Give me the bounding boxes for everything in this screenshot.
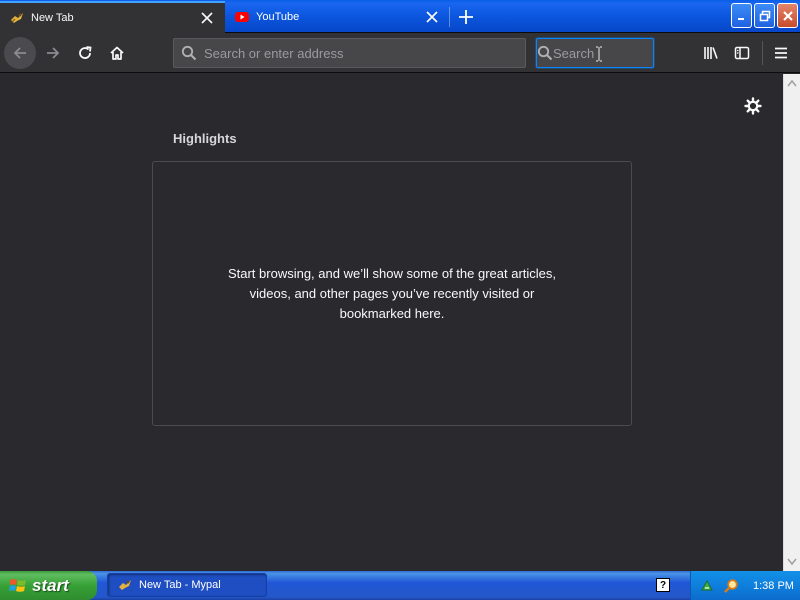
plus-icon (459, 10, 473, 24)
hamburger-menu-icon (775, 47, 787, 59)
mypal-icon (119, 580, 131, 590)
start-button[interactable]: start (0, 571, 97, 600)
home-button[interactable] (101, 37, 133, 69)
youtube-icon (234, 9, 250, 25)
url-input[interactable] (204, 39, 525, 67)
highlights-empty-state: Start browsing, and we’ll show some of t… (152, 161, 632, 426)
library-icon (704, 47, 718, 59)
tab-label: YouTube (256, 11, 300, 23)
window-close-button[interactable] (777, 3, 798, 28)
tab-new-tab[interactable]: New Tab (0, 1, 225, 33)
close-icon (782, 10, 793, 21)
windows-logo-icon (9, 578, 26, 592)
toolbar-divider (762, 41, 763, 65)
vertical-scrollbar[interactable] (783, 74, 800, 571)
reload-icon (79, 46, 92, 59)
close-icon[interactable] (195, 6, 219, 30)
search-tray-icon[interactable] (723, 578, 739, 594)
tab-strip: New Tab YouTube (0, 0, 800, 33)
taskbar: start New Tab - Mypal ? 1:38 PM (0, 571, 800, 600)
new-tab-button[interactable] (450, 1, 482, 33)
network-icon[interactable] (699, 578, 715, 594)
taskbar-item-mypal[interactable]: New Tab - Mypal (107, 573, 267, 597)
minimize-icon (737, 17, 744, 20)
restore-button[interactable] (754, 3, 775, 28)
minimize-button[interactable] (731, 3, 752, 28)
customize-button[interactable] (740, 93, 766, 119)
search-icon (174, 45, 204, 61)
home-icon (110, 46, 124, 60)
scroll-up-arrow-icon (787, 79, 797, 87)
search-icon (537, 45, 553, 61)
menu-button[interactable] (765, 37, 797, 69)
library-button[interactable] (695, 37, 727, 69)
reload-button[interactable] (69, 37, 101, 69)
taskbar-item-label: New Tab - Mypal (139, 579, 221, 591)
text-cursor-icon (596, 46, 602, 62)
mypal-icon (9, 10, 25, 26)
help-icon[interactable]: ? (656, 578, 670, 592)
clock: 1:38 PM (753, 579, 794, 592)
section-title-highlights: Highlights (173, 131, 237, 146)
sidebar-button[interactable] (726, 37, 758, 69)
arrow-right-icon (47, 47, 60, 59)
forward-button[interactable] (37, 37, 69, 69)
back-button[interactable] (4, 37, 36, 69)
tab-youtube[interactable]: YouTube (225, 1, 450, 33)
close-icon[interactable] (420, 5, 444, 29)
arrow-left-icon (13, 47, 26, 59)
system-tray: 1:38 PM (690, 571, 800, 600)
empty-state-message: Start browsing, and we’ll show some of t… (227, 265, 557, 321)
sidebar-icon (734, 46, 750, 60)
tab-label: New Tab (31, 12, 74, 24)
gear-icon (744, 97, 762, 115)
restore-icon (759, 10, 770, 21)
new-tab-page: Highlights Start browsing, and we’ll sho… (0, 74, 783, 571)
navigation-toolbar (0, 33, 800, 73)
url-bar[interactable] (173, 38, 526, 68)
scroll-down-arrow-icon (787, 558, 797, 566)
start-label: start (32, 575, 69, 595)
